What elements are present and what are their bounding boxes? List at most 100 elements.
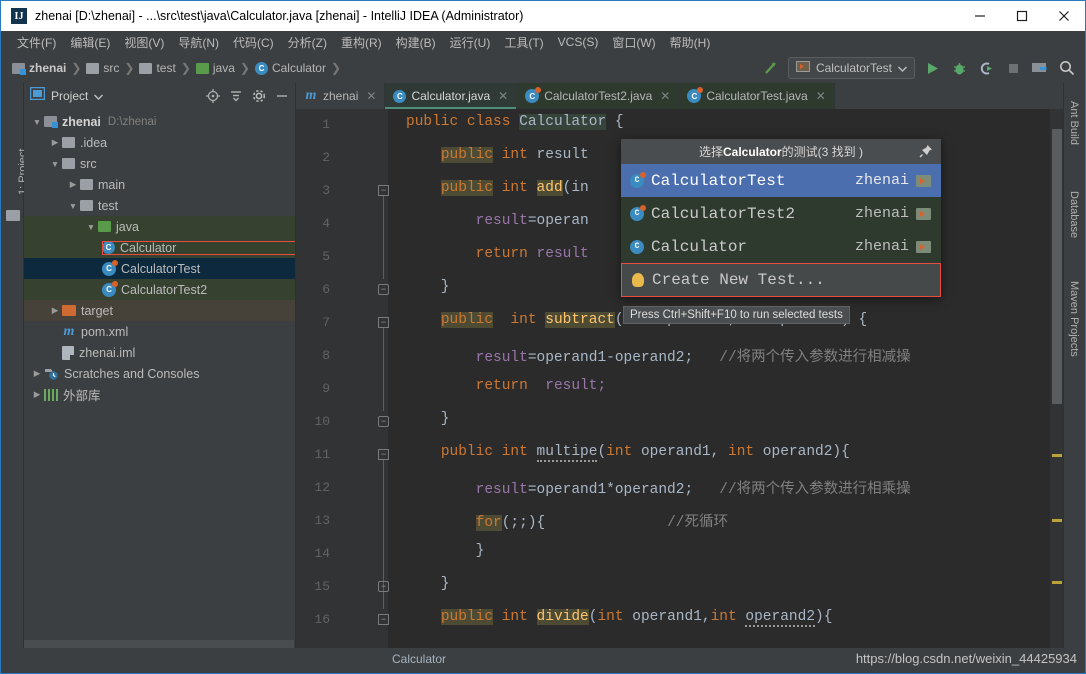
editor-tab-calculator-test2-java[interactable]: C CalculatorTest2.java ✕ — [517, 83, 680, 109]
breadcrumb-test[interactable]: test — [139, 61, 176, 75]
popup-item-calculator[interactable]: C Calculator zhenai — [621, 230, 941, 263]
code-line-11: public int multipe(int operand1, int ope… — [440, 444, 850, 462]
settings-gear-icon[interactable] — [252, 89, 266, 103]
menu-run[interactable]: 运行(U) — [443, 32, 498, 53]
popup-item-calculator-test2[interactable]: C CalculatorTest2 zhenai — [621, 197, 941, 230]
status-breadcrumb[interactable]: Calculator — [392, 652, 446, 666]
tree-item-calculator-test2[interactable]: C CalculatorTest2 — [24, 279, 295, 300]
tree-item-java[interactable]: ▼ java — [24, 216, 295, 237]
tree-item-label: pom.xml — [81, 324, 129, 339]
menu-file[interactable]: 文件(F) — [10, 32, 63, 53]
close-icon[interactable]: ✕ — [660, 89, 670, 103]
menu-vcs[interactable]: VCS(S) — [551, 33, 606, 51]
project-tool-window: Project ▼ zhenai D:\zhenai ▶ .idea ▼ src… — [24, 83, 296, 650]
breadcrumb-src[interactable]: src — [86, 61, 119, 75]
close-icon[interactable]: ✕ — [816, 89, 826, 103]
run-button[interactable] — [922, 58, 942, 78]
line-number: 7 — [322, 315, 330, 330]
tree-item-calculator[interactable]: C Calculator — [24, 237, 295, 258]
menu-view[interactable]: 视图(V) — [117, 32, 171, 53]
menu-analyze[interactable]: 分析(Z) — [281, 32, 334, 53]
editor-gutter[interactable]: 1 2 3 4 5 6 7 8 9 10 11 12 13 14 15 16 − — [296, 109, 389, 650]
chevron-right-icon[interactable]: ▶ — [30, 389, 44, 400]
module-icon — [44, 116, 58, 128]
menu-navigate[interactable]: 导航(N) — [171, 32, 226, 53]
line-number: 11 — [314, 447, 330, 462]
menu-edit[interactable]: 编辑(E) — [63, 32, 117, 53]
menu-refactor[interactable]: 重构(R) — [334, 32, 389, 53]
tree-item-external-libraries[interactable]: ▶ 外部库 — [24, 384, 295, 405]
tree-item-main[interactable]: ▶ main — [24, 174, 295, 195]
maximize-button[interactable] — [1001, 1, 1043, 31]
menu-code[interactable]: 代码(C) — [226, 32, 281, 53]
chevron-right-icon[interactable]: ▶ — [66, 179, 80, 190]
breadcrumb-label: java — [212, 61, 235, 75]
locate-icon[interactable] — [206, 89, 220, 103]
debug-button[interactable] — [949, 58, 969, 78]
pin-icon[interactable] — [919, 144, 933, 161]
chevron-down-icon[interactable]: ▼ — [48, 159, 62, 169]
breadcrumb-zhenai[interactable]: zhenai — [12, 61, 66, 75]
tree-item-zhenai[interactable]: ▼ zhenai D:\zhenai — [24, 111, 295, 132]
chevron-right-icon[interactable]: ▶ — [48, 137, 62, 148]
line-number: 5 — [322, 249, 330, 264]
menu-help[interactable]: 帮助(H) — [663, 32, 718, 53]
breadcrumb-java[interactable]: java — [195, 61, 235, 75]
title-bar: IJ zhenai [D:\zhenai] - ...\src\test\jav… — [1, 1, 1085, 31]
code-line-2: public int result — [440, 147, 589, 163]
module-icon — [916, 207, 931, 220]
hide-icon[interactable] — [275, 89, 289, 103]
editor-tab-zhenai[interactable]: m zhenai ✕ — [296, 83, 386, 109]
warning-marker[interactable] — [1052, 454, 1062, 457]
tool-window-ant-build[interactable]: Ant Build — [1068, 101, 1080, 145]
project-structure-button[interactable] — [1030, 58, 1050, 78]
search-icon[interactable] — [1057, 58, 1077, 78]
menu-tools[interactable]: 工具(T) — [497, 32, 550, 53]
editor-scrollbar-thumb[interactable] — [1052, 129, 1062, 404]
run-tests-tooltip: Press Ctrl+Shift+F10 to run selected tes… — [623, 306, 850, 324]
warning-marker[interactable] — [1052, 581, 1062, 584]
menu-build[interactable]: 构建(B) — [389, 32, 443, 53]
breadcrumb-label: Calculator — [271, 61, 326, 75]
editor-tab-calculator-test-java[interactable]: C CalculatorTest.java ✕ — [679, 83, 835, 109]
chevron-down-icon[interactable] — [94, 87, 104, 105]
close-button[interactable] — [1043, 1, 1085, 31]
chevron-right-icon[interactable]: ▶ — [48, 305, 62, 316]
editor-marker-bar[interactable] — [1050, 109, 1064, 650]
tree-item-pom-xml[interactable]: m pom.xml — [24, 321, 295, 342]
hammer-arrow-icon[interactable] — [761, 58, 781, 78]
close-icon[interactable]: ✕ — [498, 89, 508, 103]
tool-window-database[interactable]: Database — [1068, 191, 1080, 238]
tree-item-target[interactable]: ▶ target — [24, 300, 295, 321]
create-new-test-button[interactable]: Create New Test... — [621, 263, 941, 297]
tree-item-scratches[interactable]: ▶ Scratches and Consoles — [24, 363, 295, 384]
collapse-all-icon[interactable] — [229, 89, 243, 103]
chevron-down-icon[interactable]: ▼ — [66, 201, 80, 211]
tree-item-test[interactable]: ▼ test — [24, 195, 295, 216]
tab-label: Calculator.java — [411, 89, 491, 103]
create-new-test-label: Create New Test... — [652, 271, 825, 289]
run-configuration-selector[interactable]: CalculatorTest — [787, 57, 915, 79]
menu-window[interactable]: 窗口(W) — [605, 32, 662, 53]
popup-item-calculator-test[interactable]: C CalculatorTest zhenai — [621, 164, 941, 197]
breadcrumb-calculator[interactable]: C Calculator — [254, 61, 326, 75]
editor-tab-calculator-java[interactable]: C Calculator.java ✕ — [385, 83, 518, 109]
chevron-down-icon[interactable]: ▼ — [84, 222, 98, 232]
tree-item-label: zhenai — [62, 114, 101, 129]
tool-window-maven-projects[interactable]: Maven Projects — [1068, 281, 1080, 357]
code-line-16: public int divide(int operand1,int opera… — [440, 609, 833, 627]
chevron-right-icon[interactable]: ▶ — [30, 368, 44, 379]
minimize-button[interactable] — [959, 1, 1001, 31]
stop-button[interactable] — [1003, 58, 1023, 78]
breadcrumb-label: zhenai — [29, 61, 67, 75]
tree-item-src[interactable]: ▼ src — [24, 153, 295, 174]
tree-item-zhenai-iml[interactable]: zhenai.iml — [24, 342, 295, 363]
code-line-13: for(;;){ //死循环 — [475, 515, 728, 531]
chevron-down-icon[interactable]: ▼ — [30, 117, 44, 127]
close-icon[interactable]: ✕ — [366, 89, 376, 103]
line-number: 2 — [322, 150, 330, 165]
warning-marker[interactable] — [1052, 519, 1062, 522]
run-with-coverage-button[interactable] — [976, 58, 996, 78]
tree-item-calculator-test[interactable]: C CalculatorTest — [24, 258, 295, 279]
tree-item-idea[interactable]: ▶ .idea — [24, 132, 295, 153]
